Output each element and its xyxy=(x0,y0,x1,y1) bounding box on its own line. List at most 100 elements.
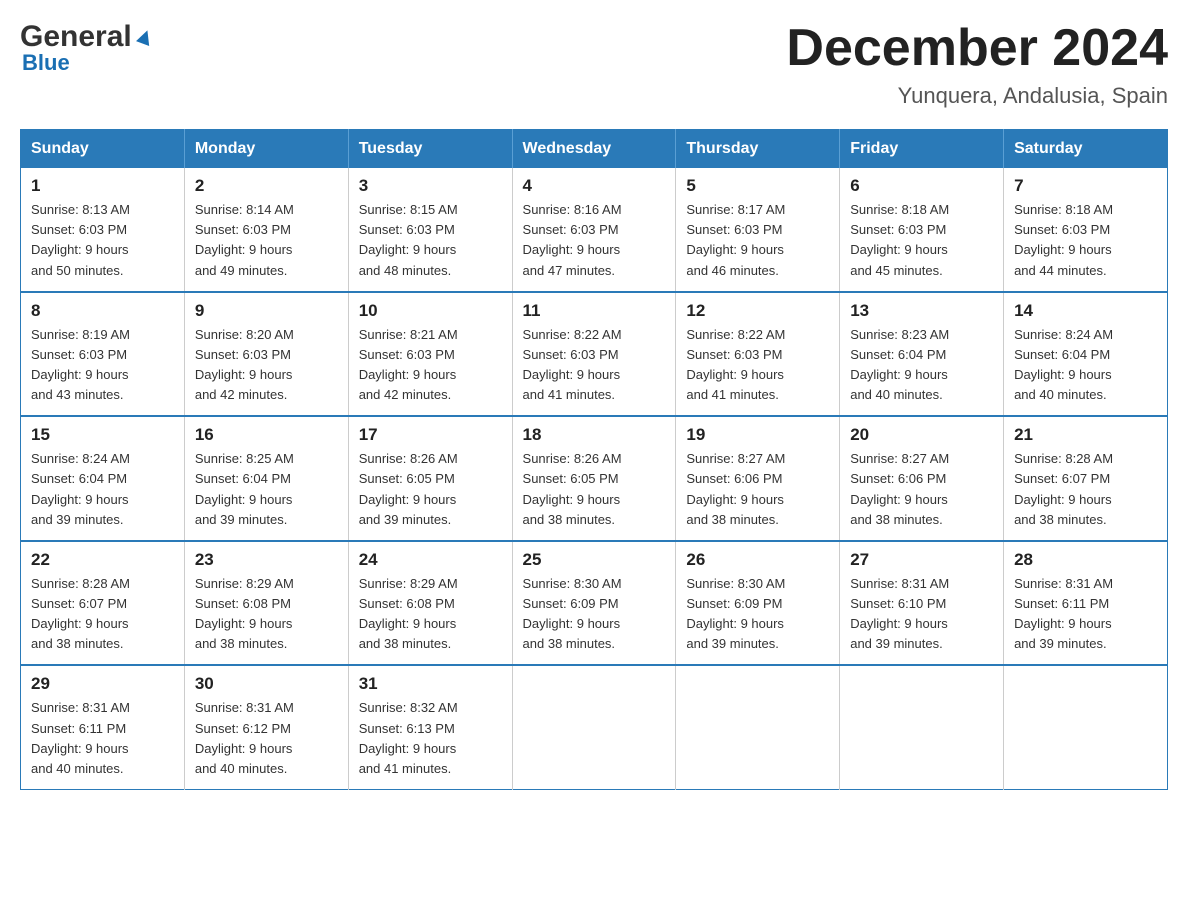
week-row-2: 8 Sunrise: 8:19 AM Sunset: 6:03 PM Dayli… xyxy=(21,292,1168,417)
week-row-1: 1 Sunrise: 8:13 AM Sunset: 6:03 PM Dayli… xyxy=(21,168,1168,292)
day-number: 7 xyxy=(1014,176,1157,196)
day-number: 13 xyxy=(850,301,993,321)
day-number: 28 xyxy=(1014,550,1157,570)
day-cell: 16 Sunrise: 8:25 AM Sunset: 6:04 PM Dayl… xyxy=(184,416,348,541)
col-header-sunday: Sunday xyxy=(21,130,185,169)
day-cell: 10 Sunrise: 8:21 AM Sunset: 6:03 PM Dayl… xyxy=(348,292,512,417)
day-info: Sunrise: 8:19 AM Sunset: 6:03 PM Dayligh… xyxy=(31,325,174,406)
day-number: 21 xyxy=(1014,425,1157,445)
week-row-3: 15 Sunrise: 8:24 AM Sunset: 6:04 PM Dayl… xyxy=(21,416,1168,541)
day-cell: 21 Sunrise: 8:28 AM Sunset: 6:07 PM Dayl… xyxy=(1004,416,1168,541)
day-cell: 18 Sunrise: 8:26 AM Sunset: 6:05 PM Dayl… xyxy=(512,416,676,541)
day-cell: 20 Sunrise: 8:27 AM Sunset: 6:06 PM Dayl… xyxy=(840,416,1004,541)
day-number: 12 xyxy=(686,301,829,321)
month-title: December 2024 xyxy=(786,20,1168,77)
day-info: Sunrise: 8:14 AM Sunset: 6:03 PM Dayligh… xyxy=(195,200,338,281)
day-info: Sunrise: 8:22 AM Sunset: 6:03 PM Dayligh… xyxy=(523,325,666,406)
day-info: Sunrise: 8:15 AM Sunset: 6:03 PM Dayligh… xyxy=(359,200,502,281)
day-number: 8 xyxy=(31,301,174,321)
day-info: Sunrise: 8:28 AM Sunset: 6:07 PM Dayligh… xyxy=(1014,449,1157,530)
day-info: Sunrise: 8:21 AM Sunset: 6:03 PM Dayligh… xyxy=(359,325,502,406)
day-number: 18 xyxy=(523,425,666,445)
day-cell xyxy=(1004,665,1168,789)
week-row-5: 29 Sunrise: 8:31 AM Sunset: 6:11 PM Dayl… xyxy=(21,665,1168,789)
day-cell: 25 Sunrise: 8:30 AM Sunset: 6:09 PM Dayl… xyxy=(512,541,676,666)
day-info: Sunrise: 8:22 AM Sunset: 6:03 PM Dayligh… xyxy=(686,325,829,406)
col-header-saturday: Saturday xyxy=(1004,130,1168,169)
day-number: 27 xyxy=(850,550,993,570)
logo-general-text: General xyxy=(20,20,132,54)
day-cell: 29 Sunrise: 8:31 AM Sunset: 6:11 PM Dayl… xyxy=(21,665,185,789)
day-cell xyxy=(676,665,840,789)
day-info: Sunrise: 8:32 AM Sunset: 6:13 PM Dayligh… xyxy=(359,698,502,779)
title-section: December 2024 Yunquera, Andalusia, Spain xyxy=(786,20,1168,109)
day-info: Sunrise: 8:27 AM Sunset: 6:06 PM Dayligh… xyxy=(686,449,829,530)
day-cell: 1 Sunrise: 8:13 AM Sunset: 6:03 PM Dayli… xyxy=(21,168,185,292)
day-number: 16 xyxy=(195,425,338,445)
logo: General Blue xyxy=(20,20,156,76)
day-cell: 7 Sunrise: 8:18 AM Sunset: 6:03 PM Dayli… xyxy=(1004,168,1168,292)
col-header-wednesday: Wednesday xyxy=(512,130,676,169)
day-info: Sunrise: 8:24 AM Sunset: 6:04 PM Dayligh… xyxy=(1014,325,1157,406)
day-number: 31 xyxy=(359,674,502,694)
day-cell: 5 Sunrise: 8:17 AM Sunset: 6:03 PM Dayli… xyxy=(676,168,840,292)
day-cell: 6 Sunrise: 8:18 AM Sunset: 6:03 PM Dayli… xyxy=(840,168,1004,292)
day-number: 4 xyxy=(523,176,666,196)
day-info: Sunrise: 8:30 AM Sunset: 6:09 PM Dayligh… xyxy=(523,574,666,655)
day-info: Sunrise: 8:27 AM Sunset: 6:06 PM Dayligh… xyxy=(850,449,993,530)
day-cell: 26 Sunrise: 8:30 AM Sunset: 6:09 PM Dayl… xyxy=(676,541,840,666)
day-cell: 12 Sunrise: 8:22 AM Sunset: 6:03 PM Dayl… xyxy=(676,292,840,417)
day-info: Sunrise: 8:23 AM Sunset: 6:04 PM Dayligh… xyxy=(850,325,993,406)
day-info: Sunrise: 8:30 AM Sunset: 6:09 PM Dayligh… xyxy=(686,574,829,655)
day-cell: 17 Sunrise: 8:26 AM Sunset: 6:05 PM Dayl… xyxy=(348,416,512,541)
day-cell: 3 Sunrise: 8:15 AM Sunset: 6:03 PM Dayli… xyxy=(348,168,512,292)
page-header: General Blue December 2024 Yunquera, And… xyxy=(20,20,1168,109)
day-cell: 9 Sunrise: 8:20 AM Sunset: 6:03 PM Dayli… xyxy=(184,292,348,417)
day-info: Sunrise: 8:31 AM Sunset: 6:11 PM Dayligh… xyxy=(1014,574,1157,655)
day-info: Sunrise: 8:29 AM Sunset: 6:08 PM Dayligh… xyxy=(359,574,502,655)
week-row-4: 22 Sunrise: 8:28 AM Sunset: 6:07 PM Dayl… xyxy=(21,541,1168,666)
col-header-tuesday: Tuesday xyxy=(348,130,512,169)
day-cell: 15 Sunrise: 8:24 AM Sunset: 6:04 PM Dayl… xyxy=(21,416,185,541)
col-header-monday: Monday xyxy=(184,130,348,169)
day-info: Sunrise: 8:25 AM Sunset: 6:04 PM Dayligh… xyxy=(195,449,338,530)
day-info: Sunrise: 8:26 AM Sunset: 6:05 PM Dayligh… xyxy=(523,449,666,530)
day-number: 14 xyxy=(1014,301,1157,321)
day-number: 17 xyxy=(359,425,502,445)
day-number: 19 xyxy=(686,425,829,445)
calendar-table: SundayMondayTuesdayWednesdayThursdayFrid… xyxy=(20,129,1168,790)
day-cell: 22 Sunrise: 8:28 AM Sunset: 6:07 PM Dayl… xyxy=(21,541,185,666)
logo-triangle-icon xyxy=(134,26,156,48)
day-info: Sunrise: 8:18 AM Sunset: 6:03 PM Dayligh… xyxy=(850,200,993,281)
day-info: Sunrise: 8:31 AM Sunset: 6:12 PM Dayligh… xyxy=(195,698,338,779)
col-header-thursday: Thursday xyxy=(676,130,840,169)
day-info: Sunrise: 8:17 AM Sunset: 6:03 PM Dayligh… xyxy=(686,200,829,281)
calendar-header-row: SundayMondayTuesdayWednesdayThursdayFrid… xyxy=(21,130,1168,169)
day-cell xyxy=(840,665,1004,789)
day-info: Sunrise: 8:26 AM Sunset: 6:05 PM Dayligh… xyxy=(359,449,502,530)
day-number: 23 xyxy=(195,550,338,570)
day-cell: 19 Sunrise: 8:27 AM Sunset: 6:06 PM Dayl… xyxy=(676,416,840,541)
day-number: 15 xyxy=(31,425,174,445)
day-number: 2 xyxy=(195,176,338,196)
day-cell: 14 Sunrise: 8:24 AM Sunset: 6:04 PM Dayl… xyxy=(1004,292,1168,417)
day-info: Sunrise: 8:28 AM Sunset: 6:07 PM Dayligh… xyxy=(31,574,174,655)
day-info: Sunrise: 8:18 AM Sunset: 6:03 PM Dayligh… xyxy=(1014,200,1157,281)
day-cell: 31 Sunrise: 8:32 AM Sunset: 6:13 PM Dayl… xyxy=(348,665,512,789)
day-info: Sunrise: 8:31 AM Sunset: 6:10 PM Dayligh… xyxy=(850,574,993,655)
day-number: 20 xyxy=(850,425,993,445)
day-cell: 28 Sunrise: 8:31 AM Sunset: 6:11 PM Dayl… xyxy=(1004,541,1168,666)
day-info: Sunrise: 8:20 AM Sunset: 6:03 PM Dayligh… xyxy=(195,325,338,406)
day-number: 30 xyxy=(195,674,338,694)
day-number: 29 xyxy=(31,674,174,694)
day-number: 22 xyxy=(31,550,174,570)
day-number: 11 xyxy=(523,301,666,321)
location-title: Yunquera, Andalusia, Spain xyxy=(786,83,1168,109)
day-number: 10 xyxy=(359,301,502,321)
day-number: 3 xyxy=(359,176,502,196)
col-header-friday: Friday xyxy=(840,130,1004,169)
day-number: 5 xyxy=(686,176,829,196)
day-info: Sunrise: 8:16 AM Sunset: 6:03 PM Dayligh… xyxy=(523,200,666,281)
day-cell: 24 Sunrise: 8:29 AM Sunset: 6:08 PM Dayl… xyxy=(348,541,512,666)
day-cell: 23 Sunrise: 8:29 AM Sunset: 6:08 PM Dayl… xyxy=(184,541,348,666)
